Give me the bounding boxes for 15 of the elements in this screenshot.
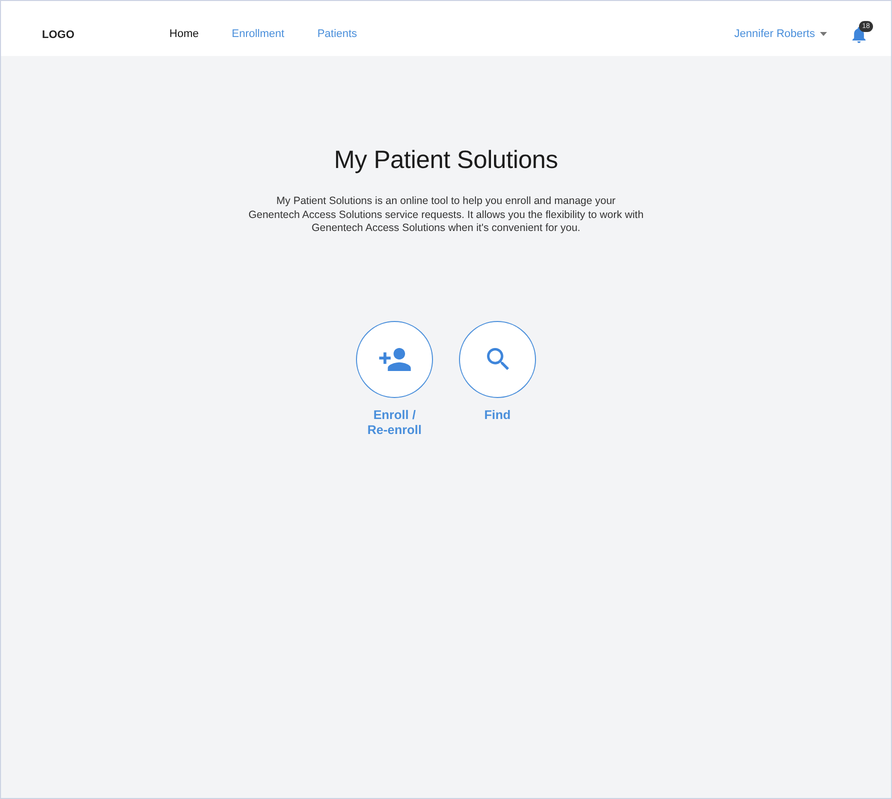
person-add-icon xyxy=(378,348,410,370)
nav-link[interactable]: Home xyxy=(169,28,199,40)
search-icon xyxy=(486,348,508,370)
logo: LOGO xyxy=(42,29,74,41)
bell-icon[interactable] xyxy=(852,27,866,43)
nav-link[interactable]: Patients xyxy=(317,28,358,40)
action-button[interactable]: Enroll / Re-enroll xyxy=(356,320,433,438)
caret-icon xyxy=(820,32,827,36)
action-label: Enroll / Re-enroll xyxy=(366,408,423,438)
nav-link[interactable]: Enrollment xyxy=(232,28,284,40)
page-title: My Patient Solutions xyxy=(334,146,558,175)
action-button[interactable]: Find xyxy=(459,320,536,438)
description-text: My Patient Solutions is an online tool to help you enroll and manage your Genentech Access Solutions service requests. It allows you the flexibility to work with Genentech Access Solutions when it's convenient for you. xyxy=(248,195,644,236)
action-label: Find xyxy=(484,408,511,422)
user-menu[interactable]: Jennifer Roberts xyxy=(734,28,827,40)
